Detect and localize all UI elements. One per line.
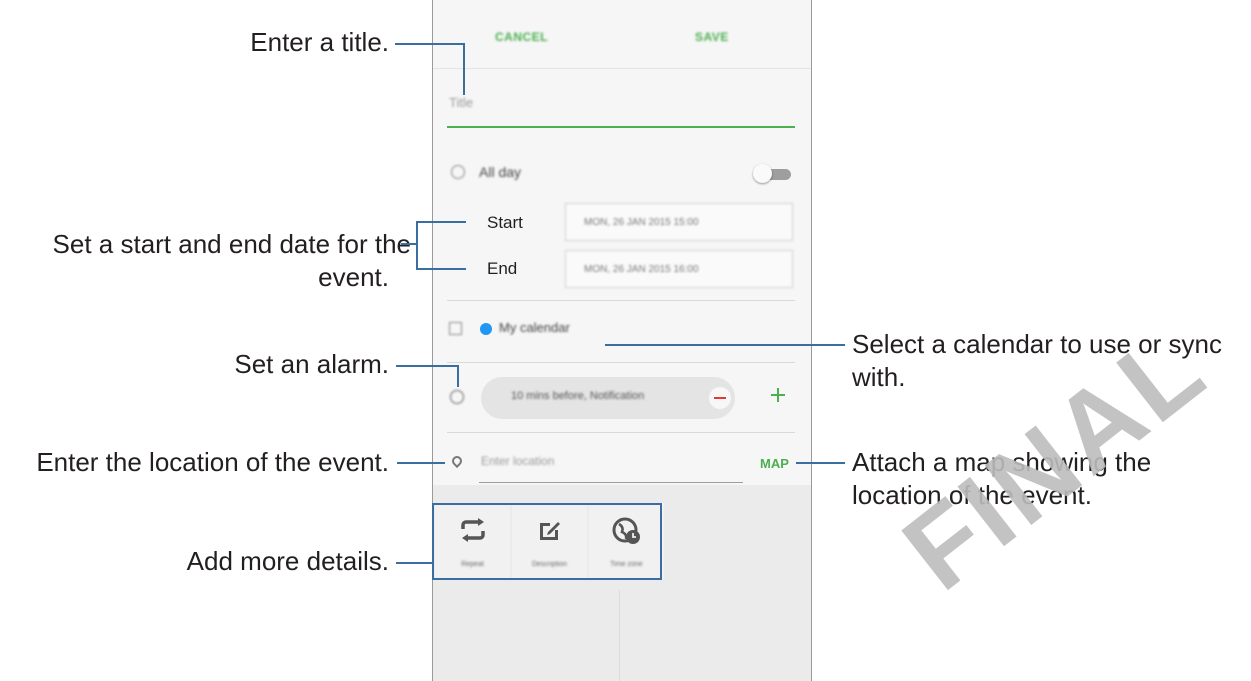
alarm-chip[interactable]: 10 mins before, Notification bbox=[481, 377, 735, 419]
save-button[interactable]: SAVE bbox=[695, 30, 729, 44]
remove-alarm-button[interactable] bbox=[709, 387, 731, 409]
cancel-button[interactable]: CANCEL bbox=[495, 30, 548, 44]
title-connector-drop bbox=[463, 43, 465, 95]
calendar-select[interactable]: My calendar bbox=[499, 320, 570, 335]
start-date-field[interactable]: MON, 26 JAN 2015 15:00 bbox=[565, 203, 793, 241]
dates-bracket bbox=[416, 221, 418, 270]
details-connector bbox=[396, 562, 432, 564]
end-label: End bbox=[487, 259, 518, 278]
callout-calendar-line2: with. bbox=[852, 362, 906, 392]
alarm-divider bbox=[447, 432, 795, 433]
dates-bracket-top bbox=[416, 221, 466, 223]
map-button[interactable]: MAP bbox=[760, 456, 789, 471]
topbar-divider bbox=[433, 68, 811, 69]
location-input[interactable]: Enter location bbox=[481, 454, 554, 468]
location-pin-icon bbox=[449, 453, 465, 469]
start-label: Start bbox=[487, 213, 523, 232]
callout-location: Enter the location of the event. bbox=[36, 447, 389, 477]
dates-bracket-bottom bbox=[416, 268, 466, 270]
location-input-underline bbox=[479, 482, 743, 483]
end-date-field[interactable]: MON, 26 JAN 2015 16:00 bbox=[565, 250, 793, 288]
title-connector bbox=[395, 43, 465, 45]
callout-title: Enter a title. bbox=[250, 27, 389, 57]
calendar-color-dot bbox=[480, 323, 492, 335]
minus-icon bbox=[714, 397, 726, 399]
details-highlight-box bbox=[432, 503, 662, 580]
alarm-connector bbox=[396, 365, 459, 367]
title-input-underline bbox=[447, 126, 795, 128]
calendar-divider bbox=[447, 362, 795, 363]
title-input[interactable]: Title bbox=[449, 95, 473, 110]
all-day-label: All day bbox=[479, 164, 522, 180]
all-day-toggle[interactable] bbox=[753, 164, 793, 183]
callout-dates-line2: event. bbox=[318, 262, 389, 292]
alarm-clock-icon bbox=[450, 390, 464, 404]
calendar-connector bbox=[605, 344, 845, 346]
add-alarm-button[interactable] bbox=[771, 388, 785, 402]
map-connector bbox=[796, 462, 845, 464]
callout-alarm: Set an alarm. bbox=[234, 349, 389, 379]
alarm-chip-text: 10 mins before, Notification bbox=[511, 390, 645, 402]
dates-divider bbox=[447, 300, 795, 301]
dates-connector bbox=[401, 243, 417, 245]
clock-icon bbox=[451, 165, 465, 179]
location-connector bbox=[397, 462, 445, 464]
calendar-icon bbox=[449, 322, 462, 335]
callout-dates-line1: Set a start and end date for the bbox=[52, 229, 411, 259]
lower-area-divider bbox=[619, 590, 620, 681]
alarm-connector-drop bbox=[457, 365, 459, 387]
callout-details: Add more details. bbox=[186, 546, 389, 576]
